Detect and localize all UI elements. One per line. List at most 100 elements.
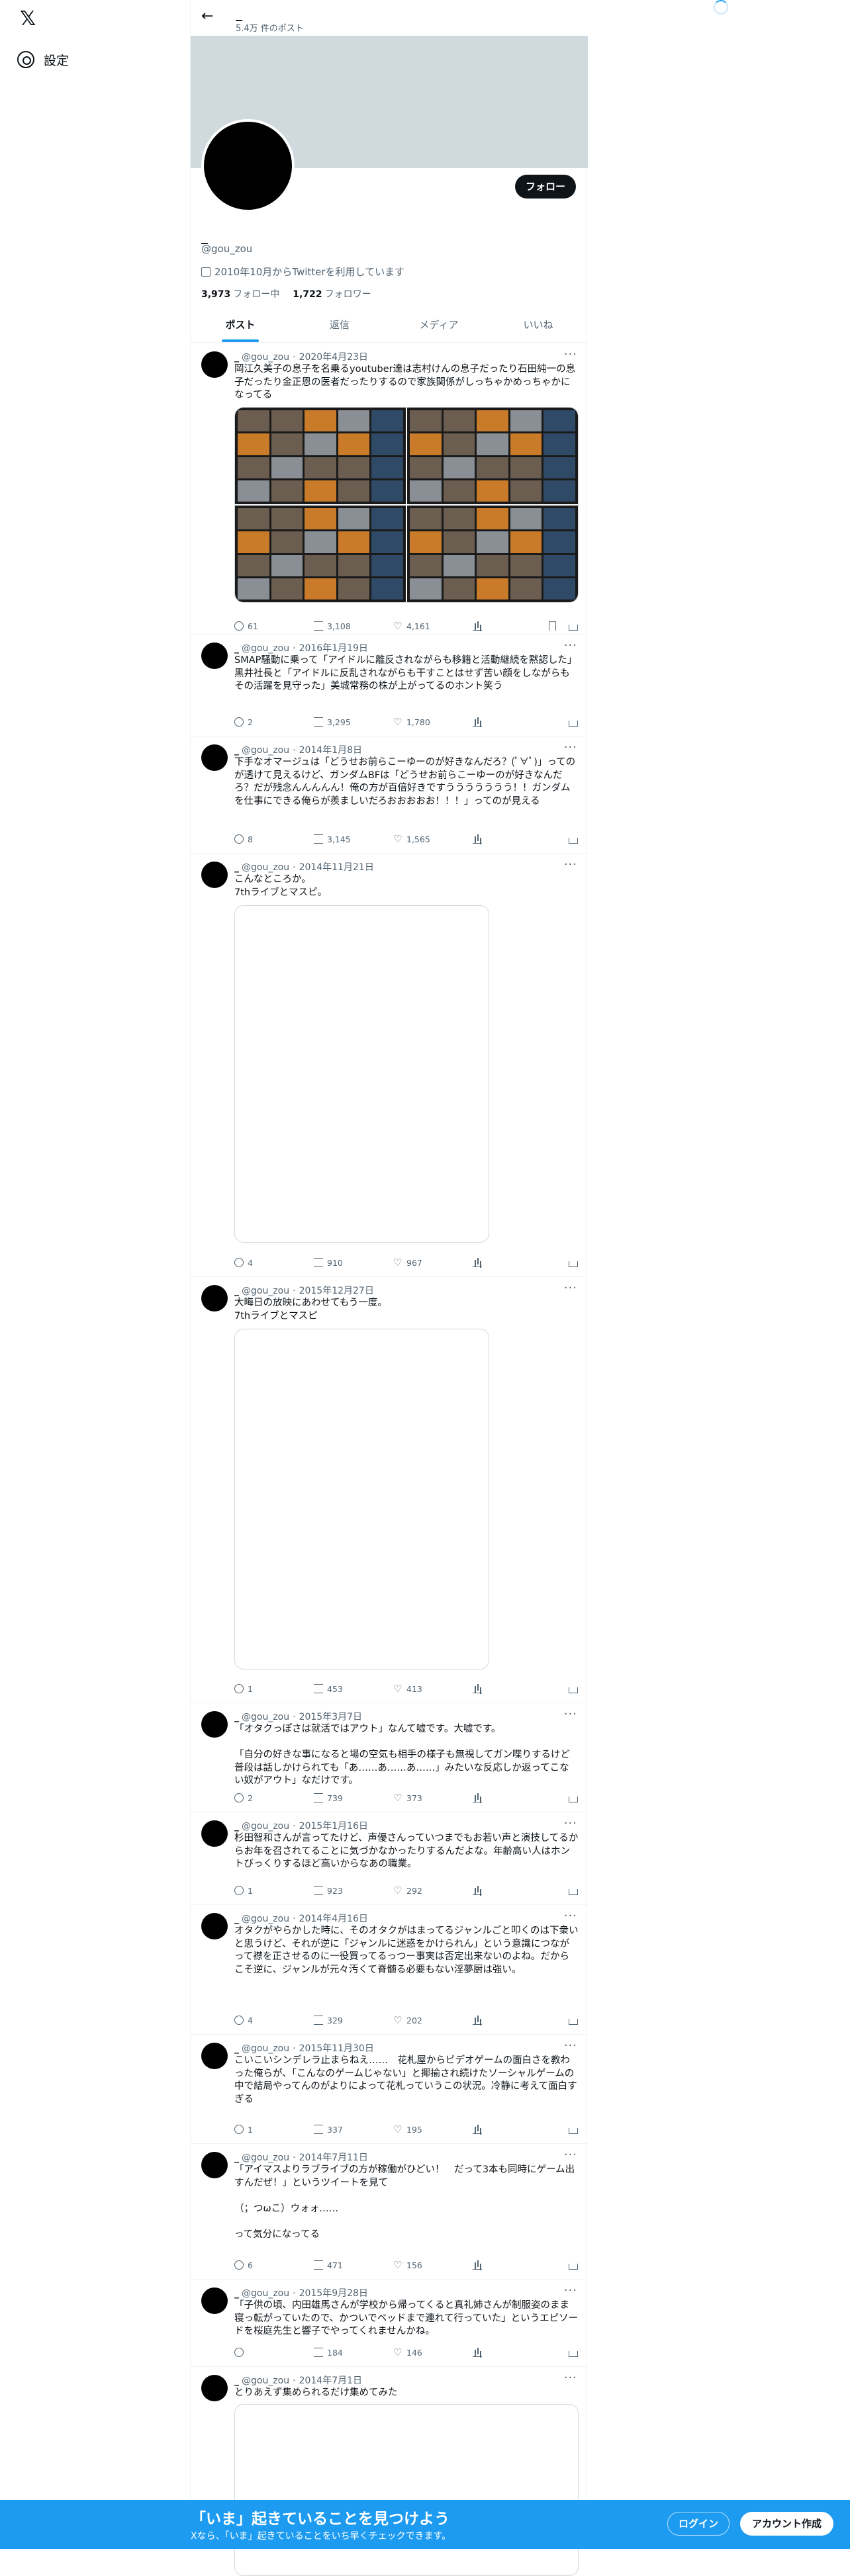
- reply-button[interactable]: 6: [234, 2260, 253, 2270]
- reply-button[interactable]: 8: [234, 834, 253, 844]
- views-icon[interactable]: [473, 1258, 482, 1267]
- tweet[interactable]: _ @gou_zou · 2015年1月16日 ··· 杉田智和さんが言ってたけど、声優さ…: [191, 1812, 588, 1905]
- like-button[interactable]: ♡ 967: [393, 1258, 422, 1268]
- more-options-icon[interactable]: ···: [564, 1816, 577, 1830]
- tweet-author-handle[interactable]: @gou_zou: [242, 1914, 289, 1924]
- tweet-date[interactable]: 2015年9月28日: [299, 2288, 368, 2299]
- tweet-author-name[interactable]: _: [234, 352, 239, 363]
- following-link[interactable]: 3,973 フォロー中: [201, 287, 279, 300]
- reply-button[interactable]: 1: [234, 1886, 253, 1896]
- tweet-date[interactable]: 2015年1月16日: [299, 1821, 368, 1832]
- tweet-author-name[interactable]: _: [234, 2376, 239, 2386]
- tweet-avatar[interactable]: [201, 744, 228, 771]
- tab-posts[interactable]: ポスト: [191, 308, 290, 342]
- tweet-date[interactable]: 2020年4月23日: [299, 352, 368, 363]
- tweet-date[interactable]: 2014年4月16日: [299, 1914, 368, 1924]
- tweet[interactable]: _ @gou_zou · 2014年11月21日 ··· こんなところか。 7thライブと…: [191, 854, 588, 1277]
- login-button[interactable]: ログイン: [667, 2512, 730, 2536]
- tweet-author-handle[interactable]: @gou_zou: [242, 1821, 289, 1832]
- tweet-date[interactable]: 2014年7月11日: [299, 2153, 368, 2163]
- tweet-date[interactable]: 2015年11月30日: [299, 2043, 374, 2054]
- reply-button[interactable]: 2: [234, 1793, 253, 1803]
- share-icon[interactable]: [569, 625, 578, 631]
- tweet-author-name[interactable]: _: [234, 1286, 239, 1296]
- views-icon[interactable]: [473, 1684, 482, 1693]
- settings-link[interactable]: 設定: [17, 46, 69, 73]
- follow-button[interactable]: フォロー: [514, 175, 576, 199]
- tweet-avatar[interactable]: [201, 2287, 228, 2314]
- tweet-author-name[interactable]: _: [234, 2288, 239, 2299]
- retweet-button[interactable]: 923: [314, 1886, 343, 1896]
- tweet[interactable]: _ @gou_zou · 2015年9月28日 ··· 「子供の頃、内田雄馬さんが学校から…: [191, 2280, 588, 2367]
- tweet[interactable]: _ @gou_zou · 2014年4月16日 ··· オタクがやらかした時に、そのオタク…: [191, 1905, 588, 2035]
- tweet-author-handle[interactable]: @gou_zou: [242, 1286, 289, 1296]
- tweet-author-handle[interactable]: @gou_zou: [242, 862, 289, 873]
- tweet-avatar[interactable]: [201, 1820, 228, 1847]
- tweet-date[interactable]: 2014年1月8日: [299, 745, 362, 756]
- more-options-icon[interactable]: ···: [564, 2039, 577, 2053]
- reply-button[interactable]: 61: [234, 621, 258, 631]
- like-button[interactable]: ♡ 156: [393, 2260, 422, 2270]
- more-options-icon[interactable]: ···: [564, 2284, 577, 2297]
- tweet[interactable]: _ @gou_zou · 2015年11月30日 ··· こいこいシンデレラ止まらねえ………: [191, 2035, 588, 2144]
- tweet-author-name[interactable]: _: [234, 643, 239, 654]
- retweet-button[interactable]: 329: [314, 2016, 343, 2025]
- retweet-button[interactable]: 739: [314, 1793, 343, 1803]
- tweet-author-name[interactable]: _: [234, 2043, 239, 2054]
- like-button[interactable]: ♡ 1,780: [393, 717, 430, 727]
- tweet-date[interactable]: 2015年3月7日: [299, 1712, 362, 1722]
- retweet-button[interactable]: 184: [314, 2348, 343, 2358]
- more-options-icon[interactable]: ···: [564, 740, 577, 754]
- tweet-author-handle[interactable]: @gou_zou: [242, 2153, 289, 2163]
- share-icon[interactable]: [569, 1889, 578, 1895]
- tweet-author-name[interactable]: _: [234, 2153, 239, 2163]
- share-icon[interactable]: [569, 2128, 578, 2134]
- like-button[interactable]: ♡ 195: [393, 2125, 422, 2135]
- like-button[interactable]: ♡ 292: [393, 1886, 422, 1896]
- tweet-date[interactable]: 2014年7月1日: [299, 2376, 362, 2386]
- tweet-avatar[interactable]: [201, 2043, 228, 2069]
- tweet-avatar[interactable]: [201, 2375, 228, 2401]
- tweet-author-handle[interactable]: @gou_zou: [242, 2043, 289, 2054]
- share-icon[interactable]: [569, 721, 578, 727]
- reply-button[interactable]: 4: [234, 2016, 253, 2025]
- tab-media[interactable]: メディア: [389, 308, 489, 342]
- tweet-media-image[interactable]: [235, 408, 406, 504]
- tweet[interactable]: _ @gou_zou · 2015年3月7日 ··· 「オタクっぽさは就活ではアウト」なん…: [191, 1703, 588, 1812]
- tweet-author-handle[interactable]: @gou_zou: [242, 745, 289, 756]
- tweet-media-image[interactable]: [235, 506, 406, 602]
- more-options-icon[interactable]: ···: [564, 347, 577, 361]
- more-options-icon[interactable]: ···: [564, 2148, 577, 2162]
- tweet-author-name[interactable]: _: [234, 745, 239, 756]
- tweet[interactable]: _ @gou_zou · 2014年7月11日 ··· 「アイマスよりラブライブの方が稼働…: [191, 2144, 588, 2280]
- views-icon[interactable]: [473, 834, 482, 844]
- tweet-embedded-video[interactable]: [234, 905, 489, 1243]
- retweet-button[interactable]: 3,145: [314, 834, 351, 844]
- tweet-date[interactable]: 2014年11月21日: [299, 862, 374, 873]
- tweet-date[interactable]: 2016年1月19日: [299, 643, 368, 654]
- reply-button[interactable]: 1: [234, 1684, 253, 1694]
- tab-replies[interactable]: 返信: [290, 308, 389, 342]
- retweet-button[interactable]: 471: [314, 2260, 343, 2270]
- reply-button[interactable]: 4: [234, 1258, 253, 1268]
- bookmark-icon[interactable]: [549, 621, 556, 631]
- reply-button[interactable]: 2: [234, 717, 253, 727]
- like-button[interactable]: ♡ 1,565: [393, 834, 430, 844]
- like-button[interactable]: ♡ 413: [393, 1684, 422, 1694]
- tweet-author-handle[interactable]: @gou_zou: [242, 643, 289, 654]
- like-button[interactable]: ♡ 146: [393, 2348, 422, 2358]
- more-options-icon[interactable]: ···: [564, 1707, 577, 1721]
- tweet-author-name[interactable]: _: [234, 1712, 239, 1722]
- tweet-embedded-video[interactable]: [234, 1329, 489, 1669]
- reply-button[interactable]: [234, 2348, 248, 2357]
- more-options-icon[interactable]: ···: [564, 858, 577, 871]
- tweet-avatar[interactable]: [201, 1913, 228, 1939]
- tweet-author-handle[interactable]: @gou_zou: [242, 2376, 289, 2386]
- tweet-author-name[interactable]: _: [234, 1914, 239, 1924]
- share-icon[interactable]: [569, 2351, 578, 2357]
- like-button[interactable]: ♡ 202: [393, 2016, 422, 2025]
- tweet-avatar[interactable]: [201, 1285, 228, 1311]
- back-arrow-icon[interactable]: ←: [201, 8, 213, 24]
- tweet-avatar[interactable]: [201, 643, 228, 669]
- tweet-author-handle[interactable]: @gou_zou: [242, 2288, 289, 2299]
